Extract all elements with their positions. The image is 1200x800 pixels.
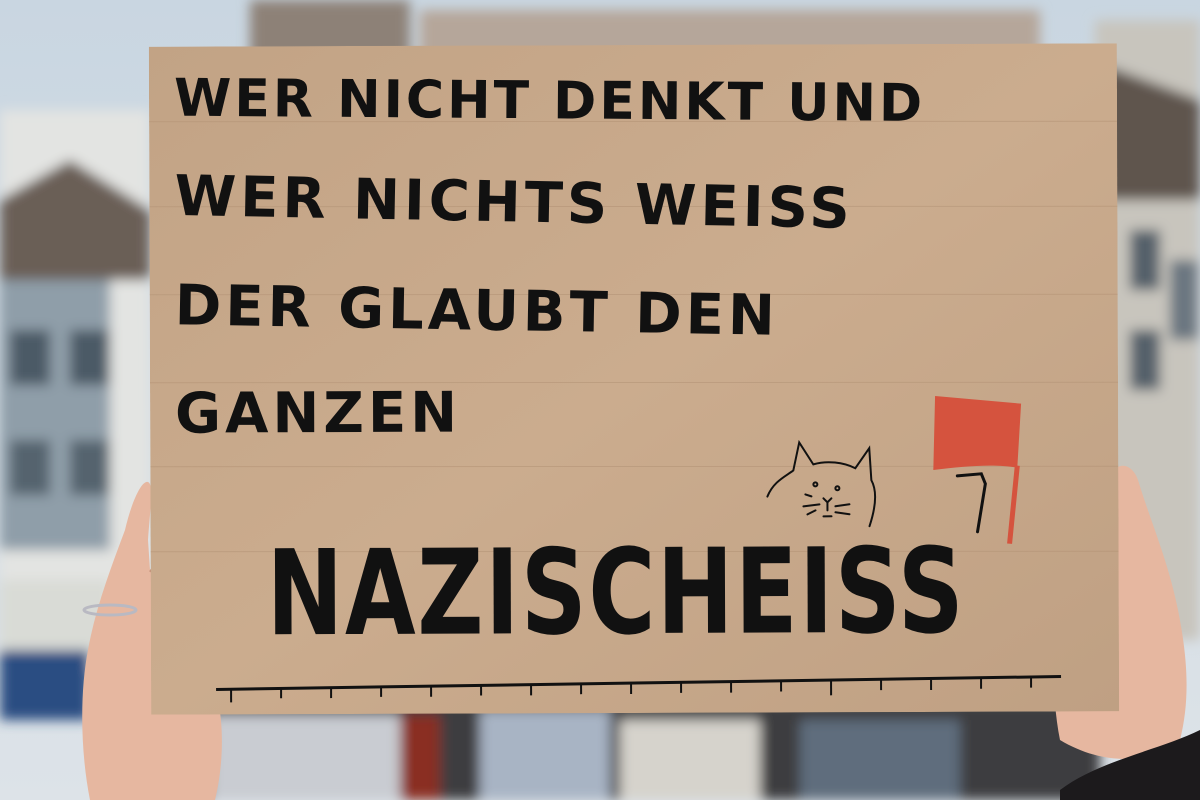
sign-line-3: DER GLAUBT DEN <box>174 273 780 349</box>
sign-line-2: WER NICHTS WEISS <box>173 163 855 242</box>
sign-line-1: WER NICHT DENKT UND <box>173 68 926 134</box>
red-flag-icon <box>933 395 1022 544</box>
sign-line-4: GANZEN <box>175 380 462 447</box>
sign-headline: NAZISCHEISS <box>266 521 966 663</box>
cat-doodle-icon <box>766 439 876 528</box>
protest-sign: WER NICHT DENKT UND WER NICHTS WEISS DER… <box>148 43 1120 715</box>
